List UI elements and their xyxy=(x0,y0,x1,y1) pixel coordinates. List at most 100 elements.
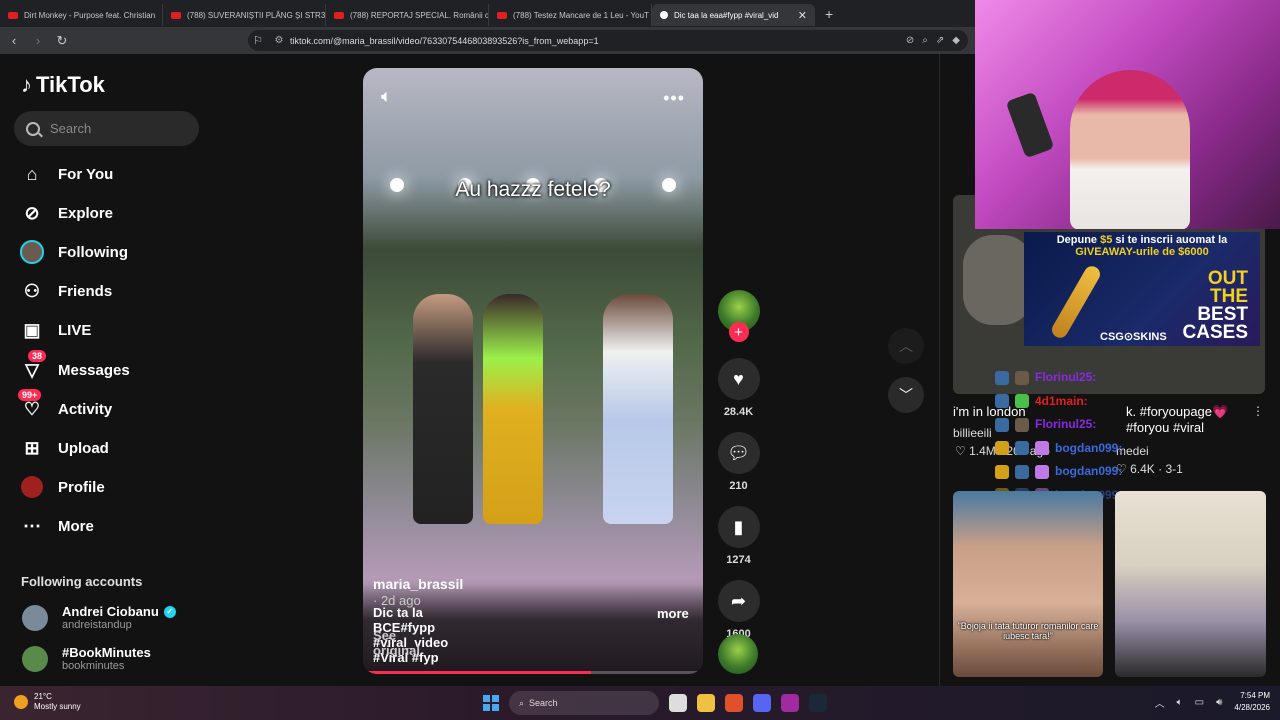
taskbar-search[interactable]: ⌕ Search xyxy=(509,691,659,715)
nav-following[interactable]: Following xyxy=(20,240,128,264)
crown-badge-icon xyxy=(995,464,1009,479)
video-author[interactable]: maria_brassil · 2d ago xyxy=(373,576,463,608)
comment-count: 210 xyxy=(729,480,748,492)
following-account[interactable]: #BookMinutes bookminutes xyxy=(22,645,151,672)
next-creator-avatar[interactable] xyxy=(718,634,758,674)
stream-chat: Florinul25: 4d1main: Florinul25: bogdan0… xyxy=(995,366,1122,507)
system-tray: ︿ 🔈︎ ▭ 🔊︎ 7:54 PM 4/28/2026 xyxy=(1155,690,1270,714)
browser-tab[interactable]: (788) SUVERANIȘTII PLÂNG ȘI STR3S xyxy=(163,4,326,26)
chevron-up-icon: ︿ xyxy=(899,338,913,354)
discord-icon[interactable] xyxy=(753,694,771,712)
upload-icon: ⊞ xyxy=(24,437,40,458)
nav-messages[interactable]: ▽ 38 Messages xyxy=(20,350,130,382)
creator-avatar[interactable]: + xyxy=(717,290,760,342)
options-icon[interactable]: ⋮ xyxy=(1252,404,1264,418)
browser-tab-active[interactable]: Dic taa la eaa#fypp #viral_vid ✕ xyxy=(652,4,815,26)
volume-icon[interactable]: 🔊︎ xyxy=(1216,697,1222,708)
following-accounts-title: Following accounts xyxy=(21,574,143,589)
weather-widget[interactable]: 21°C Mostly sunny xyxy=(14,692,81,712)
url-bar[interactable]: ⚐ ⚙ tiktok.com/@maria_brassil/video/7633… xyxy=(248,30,968,51)
video-progress-bar[interactable] xyxy=(363,671,703,674)
windows-taskbar: 21°C Mostly sunny ⌕ Search ︿ 🔈︎ ▭ 🔊︎ 7:54 … xyxy=(0,686,1280,720)
nav-friends[interactable]: ⚇ Friends xyxy=(20,279,112,303)
home-icon: ⌂ xyxy=(26,163,38,184)
comment-icon: 💬︎ xyxy=(727,442,750,463)
chat-row: Florinul25: xyxy=(995,366,1122,390)
streamer-webcam xyxy=(975,0,1280,229)
chat-row: Florinul25: xyxy=(995,413,1122,437)
activity-icon: ♡ 99+ xyxy=(18,389,44,421)
youtube-favicon-icon xyxy=(334,11,344,19)
tiktok-note-icon: ♪ xyxy=(21,72,32,97)
following-account[interactable]: Andrei Ciobanu ✓ andreistandup xyxy=(22,604,176,631)
site-info-icon[interactable]: ⚙ xyxy=(268,35,290,46)
share-button[interactable]: ➦ xyxy=(717,580,760,622)
browser-tab[interactable]: Dirt Monkey - Purpose feat. Christian xyxy=(0,4,163,26)
app-icon[interactable] xyxy=(781,694,799,712)
network-icon[interactable]: ▭ xyxy=(1195,697,1204,708)
chat-row: bogdan099: xyxy=(995,460,1122,484)
progress-fill xyxy=(363,671,591,674)
youtube-favicon-icon xyxy=(8,11,18,19)
previous-video-button[interactable]: ︿ xyxy=(888,328,924,364)
volume-icon[interactable]: 🔈︎ xyxy=(381,86,392,107)
more-icon: ⋯ xyxy=(23,515,41,536)
clock[interactable]: 7:54 PM 4/28/2026 xyxy=(1234,690,1270,714)
windows-start-icon[interactable] xyxy=(483,695,499,711)
nav-for-you[interactable]: ⌂ For You xyxy=(20,162,114,186)
comment-button[interactable]: 💬︎ xyxy=(717,432,760,474)
recommended-video-thumbnail[interactable] xyxy=(1115,491,1266,677)
nav-upload[interactable]: ⊞ Upload xyxy=(20,436,108,460)
file-explorer-icon[interactable] xyxy=(697,694,715,712)
badge-icon xyxy=(995,417,1009,432)
messages-badge: 38 xyxy=(28,350,47,362)
dancer-figure xyxy=(483,294,543,524)
recommended-video-thumbnail[interactable]: "Bojoja ii tata tuturor romanilor care i… xyxy=(953,491,1103,677)
save-button[interactable]: ▮ xyxy=(717,506,760,548)
chat-row: 4d1main: xyxy=(995,390,1122,414)
video-options-icon[interactable]: ••• xyxy=(663,88,685,109)
tracking-off-icon[interactable]: ⊘ xyxy=(906,35,914,46)
knife-graphic xyxy=(1049,263,1103,341)
task-view-icon[interactable] xyxy=(669,694,687,712)
tiktok-logo[interactable]: ♪ TikTok xyxy=(21,72,105,98)
browser-tab[interactable]: (788) Testez Mancare de 1 Leu - YouT xyxy=(489,4,652,26)
nav-live[interactable]: ▣ LIVE xyxy=(20,318,91,342)
taskbar-apps: ⌕ Search xyxy=(483,691,827,715)
see-original-button[interactable]: See original xyxy=(373,628,420,658)
sponsor-brand: CSG⊙SKINS xyxy=(1100,331,1167,343)
browser-tab[interactable]: (788) REPORTAJ SPECIAL. Românii ca xyxy=(326,4,489,26)
new-tab-button[interactable]: + xyxy=(815,6,843,22)
search-icon xyxy=(26,121,40,136)
steam-icon[interactable] xyxy=(809,694,827,712)
share-icon[interactable]: ⇗ xyxy=(936,35,944,46)
sponsor-ad-banner: Depune $5 si te inscrii auomat la GIVEAW… xyxy=(1024,232,1260,346)
follow-plus-icon[interactable]: + xyxy=(728,322,749,342)
url-text: tiktok.com/@maria_brassil/video/76330754… xyxy=(290,35,599,46)
next-video-button[interactable]: ﹀ xyxy=(888,377,924,413)
bookmark-icon[interactable]: ⚐ xyxy=(248,34,268,47)
more-button[interactable]: more xyxy=(657,606,689,621)
recommended-caption: k. #foryoupage💗 #foryou #viral xyxy=(1126,404,1229,435)
nav-more[interactable]: ⋯ More xyxy=(20,514,94,538)
chevron-up-icon[interactable]: ︿ xyxy=(1155,695,1165,710)
back-icon[interactable]: ‹ xyxy=(4,33,24,48)
speaker-icon[interactable]: 🔈︎ xyxy=(1177,697,1183,708)
reload-icon[interactable]: ↻ xyxy=(52,33,72,49)
action-bar: + ♥ 28.4K 💬︎ 210 ▮ 1274 ➦ 1600 xyxy=(716,290,761,640)
close-tab-icon[interactable]: ✕ xyxy=(798,9,807,22)
chevron-down-icon: ﹀ xyxy=(899,387,913,403)
forward-icon[interactable]: › xyxy=(28,33,48,48)
zoom-icon[interactable]: ⌕ xyxy=(922,35,928,46)
nav-activity[interactable]: ♡ 99+ Activity xyxy=(18,389,112,421)
live-icon: ▣ xyxy=(23,319,41,340)
nav-explore[interactable]: ⊘ Explore xyxy=(20,201,113,225)
friends-icon: ⚇ xyxy=(23,280,41,301)
dancer-figure xyxy=(413,294,473,524)
search-input[interactable]: Search xyxy=(14,111,199,146)
nav-profile[interactable]: Profile xyxy=(20,475,105,499)
brave-browser-icon[interactable] xyxy=(725,694,743,712)
like-button[interactable]: ♥ xyxy=(717,358,760,400)
brave-shield-icon[interactable]: ◆ xyxy=(952,35,960,46)
avatar xyxy=(22,645,48,672)
